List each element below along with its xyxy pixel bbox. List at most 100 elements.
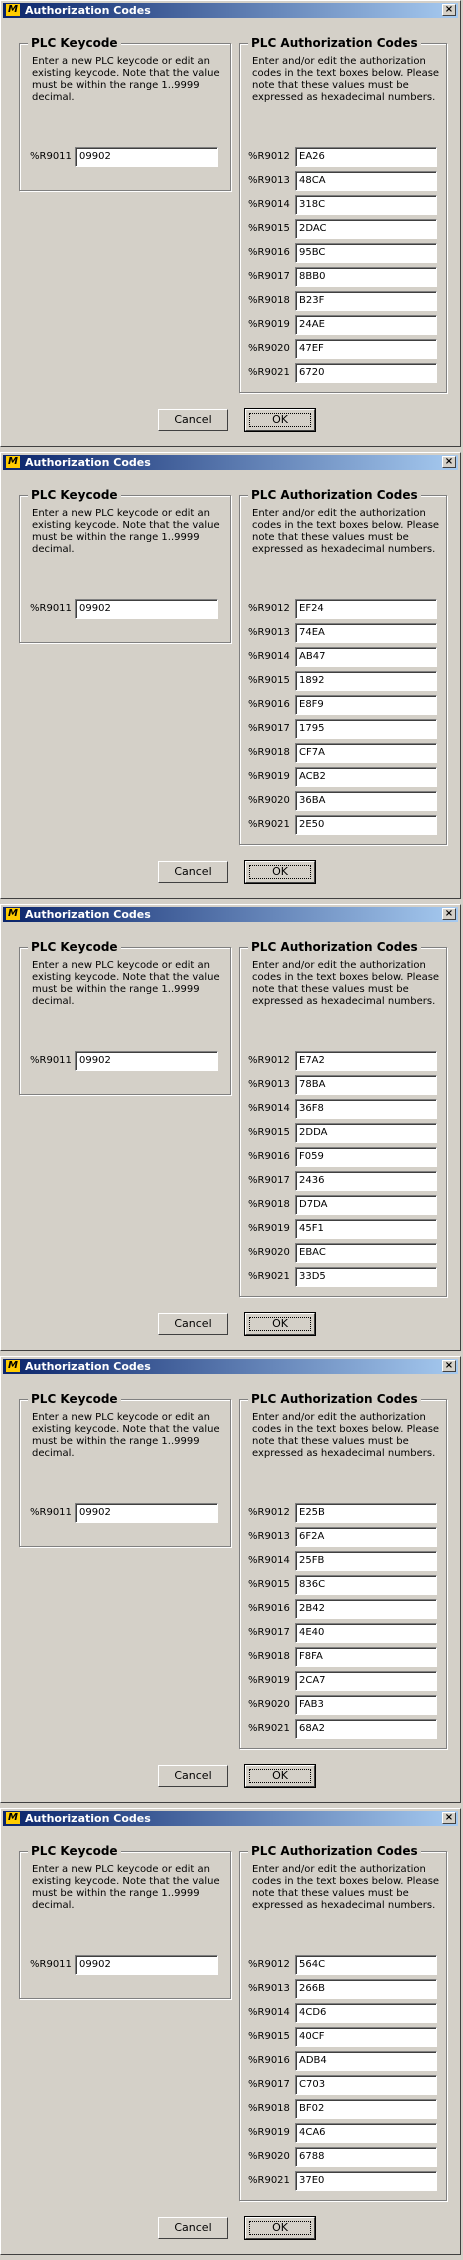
auth-code-input[interactable]: D7DA: [295, 1195, 437, 1215]
close-icon: ×: [444, 456, 454, 467]
auth-code-input[interactable]: BF02: [295, 2099, 437, 2119]
cancel-button[interactable]: Cancel: [158, 1765, 228, 1787]
field-label: %R9021: [248, 819, 290, 830]
auth-code-input[interactable]: 95BC: [295, 243, 437, 263]
field-label: %R9018: [248, 2103, 290, 2114]
title-bar[interactable]: M Authorization Codes ×: [3, 907, 458, 922]
auth-code-input[interactable]: 24AE: [295, 315, 437, 335]
auth-code-input[interactable]: B23F: [295, 291, 437, 311]
auth-code-input[interactable]: 48CA: [295, 171, 437, 191]
auth-code-input[interactable]: 318C: [295, 195, 437, 215]
title-bar[interactable]: M Authorization Codes ×: [3, 1359, 458, 1374]
description-line: expressed as hexadecimal numbers.: [252, 544, 436, 555]
cancel-button[interactable]: Cancel: [158, 861, 228, 883]
auth-code-input[interactable]: EBAC: [295, 1243, 437, 1263]
auth-code-input[interactable]: 2436: [295, 1171, 437, 1191]
field-label: %R9017: [248, 723, 290, 734]
keycode-input[interactable]: 09902: [75, 147, 218, 167]
auth-code-input[interactable]: 1892: [295, 671, 437, 691]
auth-code-row: %R9016 95BC: [248, 243, 438, 263]
auth-code-input[interactable]: 2CA7: [295, 1671, 437, 1691]
auth-code-input[interactable]: 36BA: [295, 791, 437, 811]
auth-code-row: %R9019 2CA7: [248, 1671, 438, 1691]
keycode-input[interactable]: 09902: [75, 1955, 218, 1975]
auth-code-input[interactable]: C703: [295, 2075, 437, 2095]
close-icon: ×: [444, 1812, 454, 1823]
close-button[interactable]: ×: [442, 1812, 456, 1824]
ok-button[interactable]: OK: [244, 408, 316, 432]
auth-code-input[interactable]: CF7A: [295, 743, 437, 763]
keycode-input[interactable]: 09902: [75, 599, 218, 619]
group-heading: PLC Keycode: [28, 1392, 121, 1406]
auth-code-input[interactable]: E25B: [295, 1503, 437, 1523]
cancel-button[interactable]: Cancel: [158, 409, 228, 431]
auth-code-input[interactable]: 36F8: [295, 1099, 437, 1119]
auth-code-input[interactable]: 4CD6: [295, 2003, 437, 2023]
auth-code-row: %R9021 2E50: [248, 815, 438, 835]
auth-code-input[interactable]: 6720: [295, 363, 437, 383]
auth-code-input[interactable]: F8FA: [295, 1647, 437, 1667]
auth-code-input[interactable]: 266B: [295, 1979, 437, 1999]
authorization-codes-dialog: M Authorization Codes × PLC Keycode Enter a …: [0, 1808, 461, 2255]
group-heading: PLC Authorization Codes: [248, 940, 421, 954]
auth-code-input[interactable]: ACB2: [295, 767, 437, 787]
group-heading: PLC Keycode: [28, 1844, 121, 1858]
close-button[interactable]: ×: [442, 456, 456, 468]
auth-code-input[interactable]: 4E40: [295, 1623, 437, 1643]
auth-code-input[interactable]: 1795: [295, 719, 437, 739]
ok-button[interactable]: OK: [244, 860, 316, 884]
auth-code-row: %R9020 EBAC: [248, 1243, 438, 1263]
group-heading: PLC Authorization Codes: [248, 488, 421, 502]
description-line: existing keycode. Note that the value: [32, 1876, 220, 1887]
ok-button[interactable]: OK: [244, 1312, 316, 1336]
auth-code-input[interactable]: 8BB0: [295, 267, 437, 287]
auth-code-input[interactable]: EA26: [295, 147, 437, 167]
auth-code-input[interactable]: 2B42: [295, 1599, 437, 1619]
auth-code-input[interactable]: 836C: [295, 1575, 437, 1595]
title-bar[interactable]: M Authorization Codes ×: [3, 455, 458, 470]
description-line: Enter a new PLC keycode or edit an: [32, 56, 210, 67]
auth-code-input[interactable]: 74EA: [295, 623, 437, 643]
auth-code-input[interactable]: 33D5: [295, 1267, 437, 1287]
auth-code-input[interactable]: 68A2: [295, 1719, 437, 1739]
group-description: Enter and/or edit the authorization codes…: [252, 1864, 439, 1912]
cancel-button[interactable]: Cancel: [158, 2217, 228, 2239]
close-button[interactable]: ×: [442, 4, 456, 16]
ok-button[interactable]: OK: [244, 1764, 316, 1788]
close-button[interactable]: ×: [442, 908, 456, 920]
auth-code-input[interactable]: 2DAC: [295, 219, 437, 239]
auth-code-input[interactable]: 40CF: [295, 2027, 437, 2047]
auth-code-input[interactable]: 25FB: [295, 1551, 437, 1571]
auth-code-input[interactable]: 4CA6: [295, 2123, 437, 2143]
auth-code-input[interactable]: F059: [295, 1147, 437, 1167]
auth-code-row: %R9018 B23F: [248, 291, 438, 311]
title-bar[interactable]: M Authorization Codes ×: [3, 3, 458, 18]
auth-code-row: %R9015 2DAC: [248, 219, 438, 239]
field-label: %R9020: [248, 1247, 290, 1258]
keycode-input[interactable]: 09902: [75, 1051, 218, 1071]
auth-code-input[interactable]: 78BA: [295, 1075, 437, 1095]
group-heading: PLC Authorization Codes: [248, 36, 421, 50]
auth-code-input[interactable]: AB47: [295, 647, 437, 667]
auth-code-input[interactable]: 37E0: [295, 2171, 437, 2191]
auth-code-input[interactable]: 45F1: [295, 1219, 437, 1239]
keycode-input[interactable]: 09902: [75, 1503, 218, 1523]
auth-code-input[interactable]: 2E50: [295, 815, 437, 835]
dialog-title: Authorization Codes: [25, 908, 151, 921]
auth-code-input[interactable]: 2DDA: [295, 1123, 437, 1143]
cancel-button[interactable]: Cancel: [158, 1313, 228, 1335]
description-line: decimal.: [32, 92, 75, 103]
close-button[interactable]: ×: [442, 1360, 456, 1372]
title-bar[interactable]: M Authorization Codes ×: [3, 1811, 458, 1826]
auth-code-input[interactable]: 564C: [295, 1955, 437, 1975]
ok-button[interactable]: OK: [244, 2216, 316, 2240]
field-label: %R9020: [248, 343, 290, 354]
auth-code-input[interactable]: FAB3: [295, 1695, 437, 1715]
auth-code-input[interactable]: ADB4: [295, 2051, 437, 2071]
auth-code-input[interactable]: E8F9: [295, 695, 437, 715]
auth-code-input[interactable]: EF24: [295, 599, 437, 619]
auth-code-input[interactable]: 47EF: [295, 339, 437, 359]
auth-code-input[interactable]: E7A2: [295, 1051, 437, 1071]
auth-code-input[interactable]: 6F2A: [295, 1527, 437, 1547]
auth-code-input[interactable]: 6788: [295, 2147, 437, 2167]
